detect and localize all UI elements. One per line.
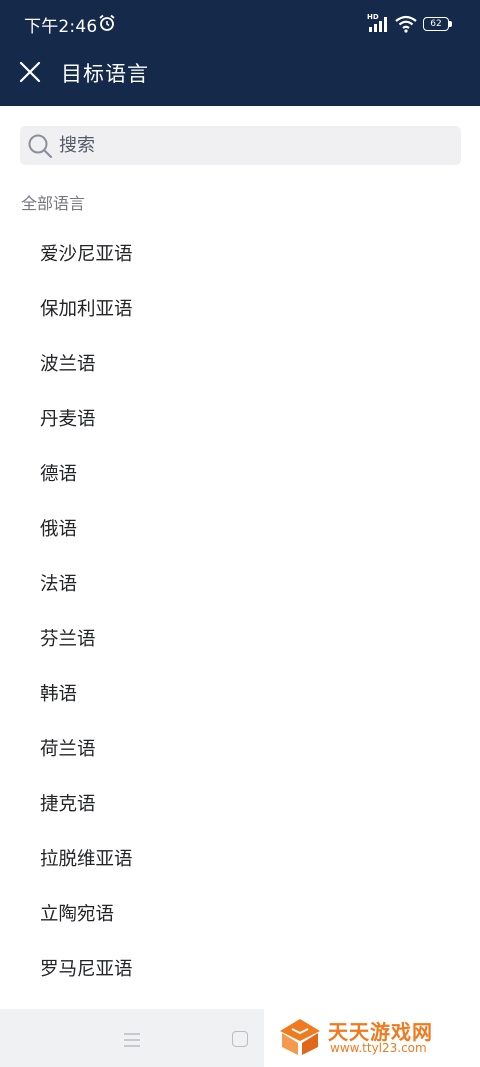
language-item[interactable]: 保加利亚语 [0, 282, 480, 337]
page-title: 目标语言 [61, 62, 149, 86]
alarm-clock-icon [99, 14, 115, 31]
search-icon [28, 134, 53, 159]
search-bar[interactable] [20, 126, 461, 165]
watermark-logo-icon [280, 1019, 320, 1055]
language-item[interactable]: 波兰语 [0, 337, 480, 392]
watermark: 天天游戏网 www.ttyl23.com [278, 1015, 453, 1059]
menu-icon[interactable] [124, 1033, 140, 1047]
search-input[interactable] [59, 126, 449, 165]
language-item[interactable]: 罗马尼亚语 [0, 942, 480, 997]
language-item[interactable]: 立陶宛语 [0, 887, 480, 942]
language-item[interactable]: 丹麦语 [0, 392, 480, 447]
system-nav-bar [0, 1009, 264, 1067]
language-item[interactable]: 爱沙尼亚语 [0, 227, 480, 282]
language-item[interactable]: 拉脱维亚语 [0, 832, 480, 887]
battery-tip [449, 21, 452, 27]
language-item[interactable]: 荷兰语 [0, 722, 480, 777]
language-item[interactable]: 俄语 [0, 502, 480, 557]
battery-level: 62 [430, 19, 442, 29]
close-button[interactable] [10, 53, 50, 93]
watermark-url: www.ttyl23.com [330, 1041, 427, 1055]
language-item[interactable]: 捷克语 [0, 777, 480, 832]
language-item[interactable]: 芬兰语 [0, 612, 480, 667]
language-item[interactable]: 德语 [0, 447, 480, 502]
wifi-icon [395, 15, 417, 33]
language-item[interactable]: 法语 [0, 557, 480, 612]
signal-strength-icon [369, 17, 387, 32]
app-bar: 目标语言 [0, 48, 480, 106]
status-time: 下午2:46 [24, 17, 98, 37]
close-icon [19, 61, 41, 83]
home-icon[interactable] [232, 1031, 248, 1047]
language-list: 爱沙尼亚语 保加利亚语 波兰语 丹麦语 德语 俄语 法语 芬兰语 韩语 荷兰语 … [0, 227, 480, 997]
section-header: 全部语言 [21, 194, 86, 213]
language-item[interactable]: 韩语 [0, 667, 480, 722]
status-bar: 下午2:46 HD 62 [0, 0, 480, 48]
